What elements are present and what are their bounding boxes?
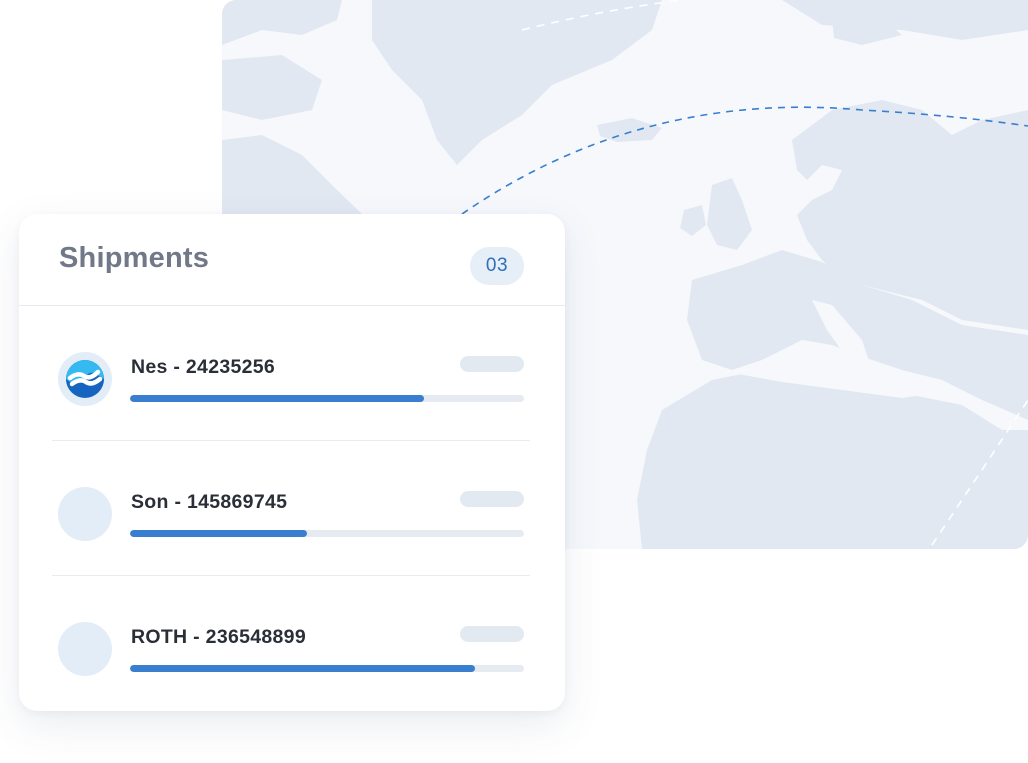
progress-bar (130, 665, 524, 672)
progress-bar (130, 530, 524, 537)
progress-bar (130, 395, 524, 402)
shipment-row[interactable]: Nes - 24235256 (19, 306, 565, 441)
progress-fill (130, 530, 308, 537)
landmass-arctic-islands (222, 0, 342, 45)
shipment-label: Nes - 24235256 (131, 356, 276, 378)
card-header: Shipments 03 (19, 214, 565, 306)
shipments-card: Shipments 03 Nes - 24235256 Son - 145869… (19, 214, 565, 711)
progress-fill (130, 665, 475, 672)
landmass-iceland (597, 118, 662, 142)
shipment-row[interactable]: Son - 145869745 (19, 441, 565, 576)
status-placeholder (460, 491, 524, 507)
shipment-label: Son - 145869745 (131, 491, 288, 513)
progress-fill (130, 395, 424, 402)
shipment-count-badge: 03 (470, 247, 524, 285)
shipment-list: Nes - 24235256 Son - 145869745 ROTH - 23… (19, 306, 565, 711)
status-placeholder (460, 626, 524, 642)
nes-logo-icon (66, 360, 104, 398)
landmass-africa (637, 370, 1028, 549)
shipments-dashboard: Shipments 03 Nes - 24235256 Son - 145869… (0, 0, 1028, 763)
landmass-british-isles (707, 178, 752, 250)
shipment-label: ROTH - 236548899 (131, 626, 306, 648)
avatar-placeholder (58, 487, 112, 541)
status-placeholder (460, 356, 524, 372)
nes-logo-avatar (58, 352, 112, 406)
avatar-placeholder (58, 622, 112, 676)
shipment-row[interactable]: ROTH - 236548899 (19, 576, 565, 711)
card-title: Shipments (59, 242, 210, 274)
